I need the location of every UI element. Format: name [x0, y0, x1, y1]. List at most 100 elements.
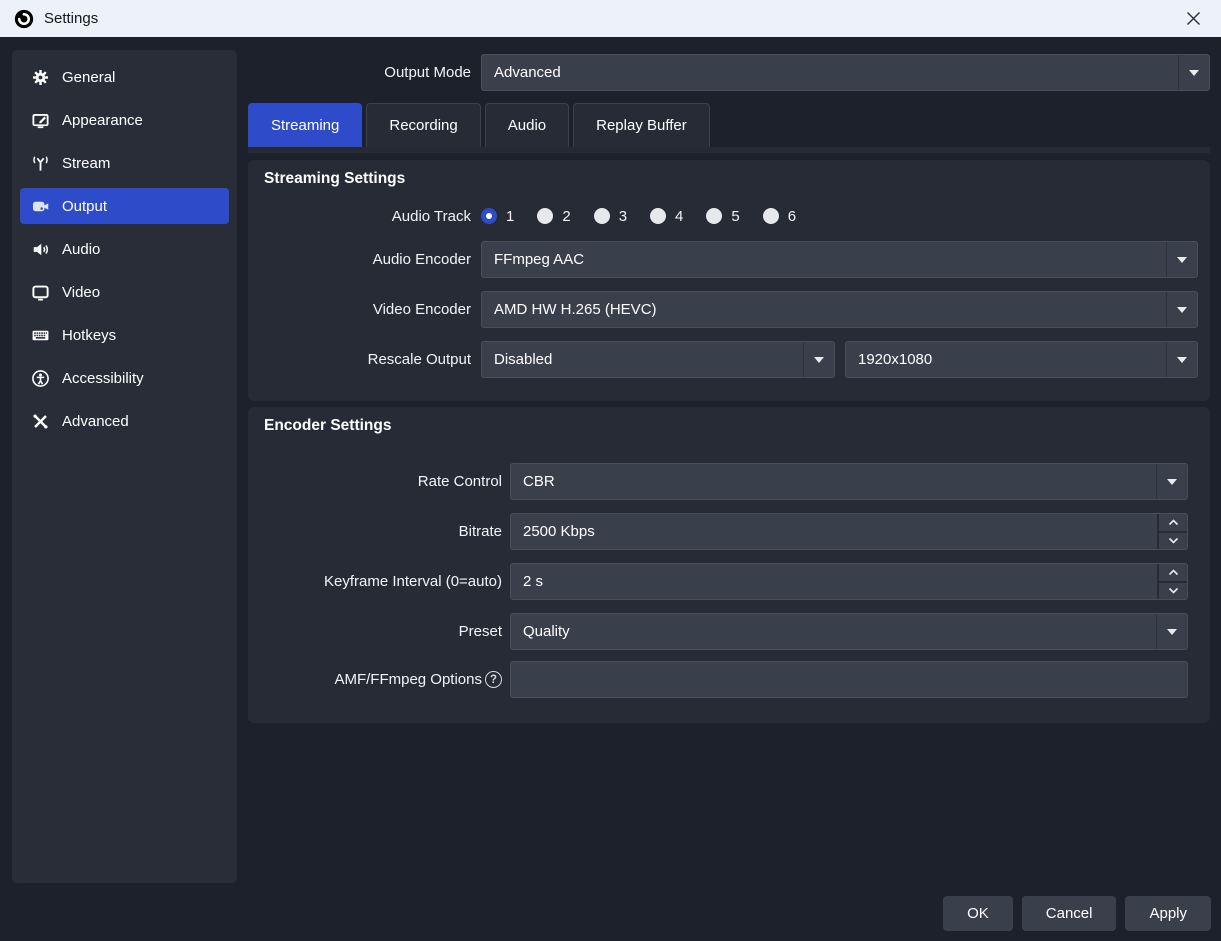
radio-icon	[537, 208, 553, 224]
rescale-output-row: Rescale Output Disabled 1920x1080	[248, 341, 1210, 378]
tools-icon	[31, 412, 50, 431]
chevron-down-icon	[1168, 587, 1179, 594]
audio-track-radio-5[interactable]: 5	[706, 208, 739, 225]
bitrate-row: Bitrate 2500 Kbps	[248, 513, 1210, 550]
chevron-down-icon	[1178, 55, 1209, 90]
sidebar-item-hotkeys[interactable]: Hotkeys	[20, 317, 229, 353]
sidebar-item-accessibility[interactable]: Accessibility	[20, 360, 229, 396]
spin-up-button[interactable]	[1159, 564, 1187, 583]
tab-recording[interactable]: Recording	[366, 103, 480, 147]
obs-logo-icon	[14, 9, 34, 29]
audio-encoder-select[interactable]: FFmpeg AAC	[481, 241, 1198, 278]
gear-icon	[31, 68, 50, 87]
titlebar: Settings	[0, 0, 1221, 37]
sidebar-item-general[interactable]: General	[20, 59, 229, 95]
keyframe-interval-row: Keyframe Interval (0=auto) 2 s	[248, 563, 1210, 600]
tab-streaming[interactable]: Streaming	[248, 103, 362, 147]
audio-track-label: Audio Track	[248, 208, 471, 225]
video-encoder-label: Video Encoder	[248, 301, 471, 318]
radio-icon	[650, 208, 666, 224]
chevron-down-icon	[1168, 537, 1179, 544]
close-icon	[1185, 10, 1202, 27]
keyboard-icon	[31, 326, 50, 345]
tab-replay-buffer[interactable]: Replay Buffer	[573, 103, 710, 147]
keyframe-interval-spinbox[interactable]: 2 s	[510, 563, 1188, 600]
video-encoder-select[interactable]: AMD HW H.265 (HEVC)	[481, 291, 1198, 328]
sidebar-item-appearance[interactable]: Appearance	[20, 102, 229, 138]
audio-track-radio-2[interactable]: 2	[537, 208, 570, 225]
audio-track-row: Audio Track 1 2 3 4 5 6	[248, 205, 1210, 227]
radio-icon	[594, 208, 610, 224]
chevron-down-icon	[1166, 292, 1197, 327]
spin-down-button[interactable]	[1159, 533, 1187, 550]
audio-encoder-value: FFmpeg AAC	[494, 251, 584, 268]
tab-audio[interactable]: Audio	[485, 103, 569, 147]
chevron-down-icon	[1166, 242, 1197, 277]
encoder-settings-panel: Encoder Settings Rate Control CBR Bitrat…	[248, 407, 1210, 723]
rescale-resolution-select[interactable]: 1920x1080	[845, 341, 1198, 378]
rate-control-value: CBR	[523, 473, 555, 490]
output-tabs: Streaming Recording Audio Replay Buffer	[248, 103, 710, 147]
video-encoder-row: Video Encoder AMD HW H.265 (HEVC)	[248, 291, 1210, 328]
monitor-icon	[31, 283, 50, 302]
sidebar-item-label: Advanced	[62, 413, 129, 430]
amf-options-row: AMF/FFmpeg Options ?	[248, 661, 1210, 698]
streaming-settings-panel: Streaming Settings Audio Track 1 2 3 4 5…	[248, 160, 1210, 401]
sidebar-item-stream[interactable]: Stream	[20, 145, 229, 181]
preset-select[interactable]: Quality	[510, 613, 1188, 650]
rate-control-label: Rate Control	[248, 473, 502, 490]
audio-encoder-row: Audio Encoder FFmpeg AAC	[248, 241, 1210, 278]
sidebar-item-label: General	[62, 69, 115, 86]
output-mode-label: Output Mode	[248, 64, 471, 81]
sidebar-item-label: Stream	[62, 155, 110, 172]
cancel-button[interactable]: Cancel	[1022, 896, 1117, 931]
audio-track-radio-4[interactable]: 4	[650, 208, 683, 225]
keyframe-interval-value: 2 s	[511, 564, 1157, 599]
bitrate-spinbox[interactable]: 2500 Kbps	[510, 513, 1188, 550]
radio-icon	[763, 208, 779, 224]
spin-down-button[interactable]	[1159, 583, 1187, 600]
chevron-down-icon	[803, 342, 834, 377]
video-encoder-value: AMD HW H.265 (HEVC)	[494, 301, 657, 318]
ok-button[interactable]: OK	[943, 896, 1013, 931]
help-icon[interactable]: ?	[485, 671, 502, 688]
rescale-output-label: Rescale Output	[248, 351, 471, 368]
sidebar-item-label: Audio	[62, 241, 100, 258]
sidebar-item-audio[interactable]: Audio	[20, 231, 229, 267]
chevron-down-icon	[1156, 464, 1187, 499]
dialog-footer: OK Cancel Apply	[943, 896, 1211, 931]
sidebar-item-output[interactable]: Output	[20, 188, 229, 224]
bitrate-label: Bitrate	[248, 523, 502, 540]
sidebar-item-label: Appearance	[62, 112, 143, 129]
rescale-output-value: Disabled	[494, 351, 552, 368]
audio-encoder-label: Audio Encoder	[248, 251, 471, 268]
audio-track-radio-group: 1 2 3 4 5 6	[481, 208, 796, 225]
output-mode-select[interactable]: Advanced	[481, 54, 1210, 91]
radio-checked-icon	[481, 208, 497, 224]
bitrate-value: 2500 Kbps	[511, 514, 1157, 549]
sidebar-item-label: Accessibility	[62, 370, 144, 387]
sidebar-item-label: Hotkeys	[62, 327, 116, 344]
encoder-settings-heading: Encoder Settings	[264, 417, 391, 435]
amf-options-label: AMF/FFmpeg Options	[334, 671, 482, 688]
amf-options-input[interactable]	[510, 661, 1188, 698]
settings-sidebar: General Appearance Stream Output	[12, 50, 237, 883]
radio-icon	[706, 208, 722, 224]
preset-row: Preset Quality	[248, 613, 1210, 650]
close-button[interactable]	[1179, 5, 1207, 33]
audio-track-radio-6[interactable]: 6	[763, 208, 796, 225]
spin-up-button[interactable]	[1159, 514, 1187, 533]
accessibility-icon	[31, 369, 50, 388]
rate-control-select[interactable]: CBR	[510, 463, 1188, 500]
chevron-down-icon	[1166, 342, 1197, 377]
stream-icon	[31, 154, 50, 173]
apply-button[interactable]: Apply	[1125, 896, 1211, 931]
sidebar-item-video[interactable]: Video	[20, 274, 229, 310]
chevron-up-icon	[1168, 519, 1179, 526]
appearance-icon	[31, 111, 50, 130]
audio-track-radio-3[interactable]: 3	[594, 208, 627, 225]
audio-track-radio-1[interactable]: 1	[481, 208, 514, 225]
preset-label: Preset	[248, 623, 502, 640]
rescale-output-select[interactable]: Disabled	[481, 341, 835, 378]
sidebar-item-advanced[interactable]: Advanced	[20, 403, 229, 439]
